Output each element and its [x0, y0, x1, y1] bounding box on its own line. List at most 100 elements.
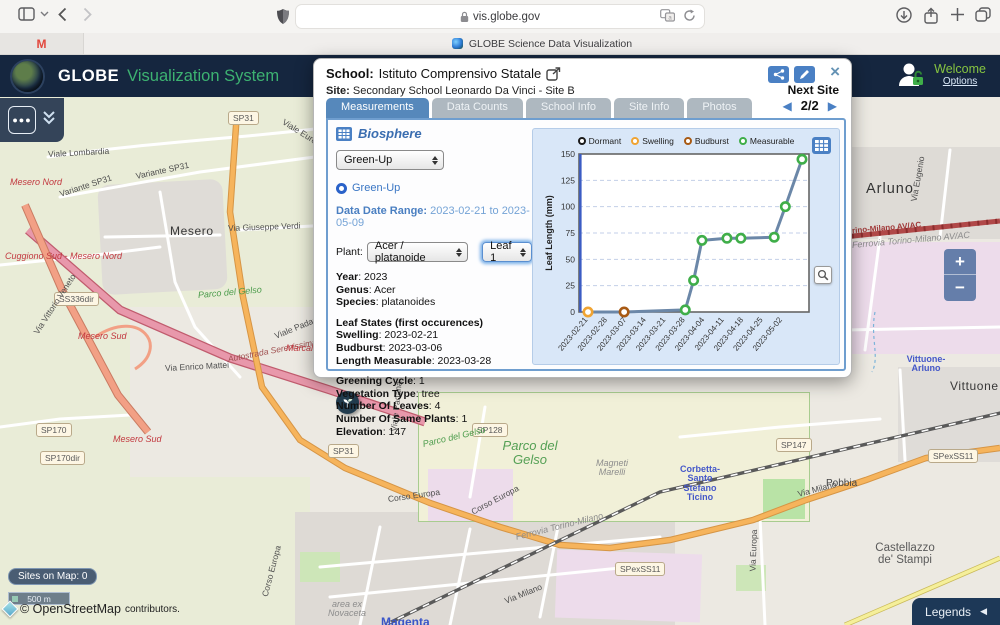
road-ref-badge: SPexSS11 — [928, 449, 978, 463]
edit-site-button[interactable] — [794, 66, 815, 83]
zoom-out-button[interactable]: − — [944, 275, 976, 301]
browser-tab-strip: M GLOBE Science Data Visualization — [0, 33, 1000, 55]
svg-text:Leaf Length (mm): Leaf Length (mm) — [544, 195, 554, 271]
map-label: Corso Europa — [261, 545, 283, 598]
tab-overview-icon[interactable] — [975, 7, 991, 22]
plant-value: Acer / platanoide — [375, 240, 452, 264]
map-label: Vittuone — [950, 380, 999, 393]
share-icon[interactable] — [924, 7, 938, 24]
product-name: Visualization System — [127, 67, 279, 86]
data-date-range: Data Date Range: 2023-02-21 to 2023-05-0… — [336, 205, 532, 229]
map-label: area ex Novaceta — [328, 600, 366, 619]
close-popup-button[interactable]: × — [830, 62, 840, 82]
field-row: Budburst: 2023-03-06 — [336, 342, 532, 355]
map-label: Corso Europa — [470, 484, 521, 517]
zoom-in-button[interactable]: + — [944, 249, 976, 275]
map-label: Corso Europa — [387, 488, 440, 504]
attribution-suffix: contributors. — [125, 604, 180, 615]
map-label: Arluno — [866, 182, 914, 197]
new-tab-icon[interactable] — [950, 7, 965, 22]
open-external-icon[interactable] — [546, 67, 561, 81]
shield-icon[interactable] — [276, 8, 290, 25]
url-text: vis.globe.gov — [473, 11, 540, 23]
back-icon[interactable] — [58, 7, 67, 22]
field-row: Swelling: 2023-02-21 — [336, 329, 532, 342]
share-site-button[interactable] — [768, 66, 789, 83]
browser-tab-active[interactable]: GLOBE Science Data Visualization — [84, 33, 1000, 54]
site-name: Secondary School Leonardo Da Vinci - Sit… — [353, 85, 575, 97]
map-label: Magneti Marelli — [596, 459, 628, 478]
road-ref-badge: SP147 — [776, 438, 812, 452]
translate-icon[interactable]: a — [660, 9, 675, 22]
field-row: Species: platanoides — [336, 296, 532, 309]
share-nodes-icon — [773, 69, 785, 80]
leaf-value: Leaf 1 — [490, 240, 516, 264]
tab-school-info[interactable]: School Info — [526, 98, 611, 118]
next-site-label: Next Site — [788, 83, 839, 97]
greenup-radio[interactable] — [336, 183, 347, 194]
field-row: Vegetation Type: tree — [336, 388, 532, 401]
reload-icon[interactable] — [683, 9, 696, 22]
pinned-tab-gmail[interactable]: M — [0, 33, 84, 54]
map-label: Variante SP31 — [135, 161, 190, 181]
tab-title: GLOBE Science Data Visualization — [469, 38, 632, 50]
more-tools-button[interactable]: ●●● — [8, 106, 36, 134]
next-site-arrow[interactable]: ▶ — [828, 99, 837, 113]
leaf-length-chart: 02550751001251502023-02-212023-02-282023… — [543, 151, 828, 356]
map-label: Via Milano — [797, 480, 838, 499]
tab-photos[interactable]: Photos — [687, 98, 751, 118]
section-title: Biosphere — [358, 126, 422, 141]
tab-measurements[interactable]: Measurements — [326, 98, 429, 118]
legends-button[interactable]: Legends◀ — [912, 598, 1000, 625]
user-icon[interactable] — [896, 59, 926, 89]
globe-logo — [12, 61, 43, 92]
plant-label: Plant: — [336, 246, 363, 258]
sidebar-icon[interactable] — [18, 7, 35, 21]
leaf-select[interactable]: Leaf 1 — [482, 242, 532, 262]
chevron-down-icon[interactable] — [40, 11, 49, 17]
map-label: Parco del Gelso — [198, 285, 263, 300]
svg-text:25: 25 — [566, 281, 576, 291]
site-pager: ◀ 2/2 ▶ — [782, 98, 837, 113]
map-label: Corbetta- Santo Stefano Ticino — [680, 465, 720, 503]
chart-legend: DormantSwellingBudburstMeasurable — [533, 136, 839, 146]
school-label: School: — [326, 66, 374, 81]
map-label: Vittuone- Arluno — [907, 355, 946, 374]
osm-link[interactable]: © OpenStreetMap — [20, 602, 121, 616]
map-label: Castellazzo de' Stampi — [875, 542, 934, 566]
field-row: Year: 2023 — [336, 271, 532, 284]
options-link[interactable]: Options — [934, 76, 986, 87]
field-row: Number Of Leaves: 4 — [336, 400, 532, 413]
lock-icon — [460, 11, 469, 23]
collapse-chevrons-icon[interactable] — [42, 110, 56, 128]
svg-text:150: 150 — [561, 151, 575, 159]
protocol-select[interactable]: Green-Up — [336, 150, 444, 170]
site-data-popup: School: Istituto Comprensivo Statale × S… — [313, 58, 852, 378]
map-attribution: © OpenStreetMap contributors. — [4, 602, 180, 616]
legend-item-swelling: Swelling — [631, 136, 674, 146]
forward-icon[interactable] — [83, 7, 92, 22]
prev-site-arrow[interactable]: ◀ — [782, 99, 791, 113]
legend-item-dormant: Dormant — [578, 136, 622, 146]
select-arrows-icon — [432, 156, 438, 165]
map-label: Mesero — [170, 225, 214, 238]
url-bar[interactable]: vis.globe.gov a — [295, 4, 705, 29]
download-icon[interactable] — [896, 7, 912, 23]
map-label: Via Milano — [503, 583, 543, 606]
field-group-heading: Leaf States (first occurences) — [336, 317, 532, 330]
map-label: Via Europa — [749, 529, 759, 571]
map-label: Via Giuseppe Verdi — [228, 221, 301, 232]
tab-data-counts[interactable]: Data Counts — [432, 98, 523, 118]
legends-arrow-icon: ◀ — [980, 606, 987, 617]
protocol-value: Green-Up — [344, 154, 392, 166]
svg-text:100: 100 — [561, 202, 575, 212]
zoom-chart-button[interactable] — [814, 266, 832, 284]
map-label: Via Eugenio — [910, 156, 927, 203]
legend-item-measurable: Measurable — [739, 136, 794, 146]
tab-site-info[interactable]: Site Info — [614, 98, 684, 118]
map-label: Via Enrico Mattei — [165, 361, 229, 373]
plant-select[interactable]: Acer / platanoide — [367, 242, 468, 262]
svg-text:75: 75 — [566, 228, 576, 238]
select-arrows-icon — [520, 248, 526, 257]
magnifier-icon — [817, 269, 829, 281]
